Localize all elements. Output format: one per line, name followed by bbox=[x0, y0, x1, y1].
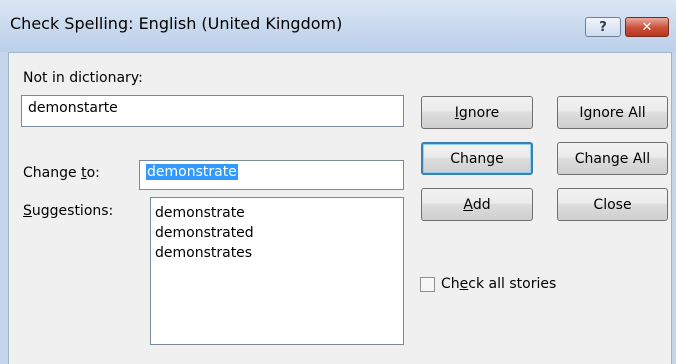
check-all-stories-label[interactable]: Check all stories bbox=[441, 276, 556, 292]
change-to-label: Change to: bbox=[23, 165, 100, 181]
change-button[interactable]: Change bbox=[421, 142, 533, 175]
ignore-all-button[interactable]: Ignore All bbox=[557, 96, 668, 129]
not-in-dictionary-field[interactable]: demonstarte bbox=[21, 95, 404, 127]
list-item[interactable]: demonstrates bbox=[155, 243, 399, 263]
window-frame-left bbox=[0, 52, 9, 364]
close-button[interactable]: Close bbox=[557, 188, 668, 221]
change-all-button[interactable]: Change All bbox=[557, 142, 668, 175]
list-item[interactable]: demonstrate bbox=[155, 203, 399, 223]
add-button[interactable]: Add bbox=[421, 188, 533, 221]
check-all-stories-checkbox[interactable] bbox=[420, 277, 435, 292]
ignore-button[interactable]: Ignore bbox=[421, 96, 533, 129]
change-to-value: demonstrate bbox=[146, 164, 238, 180]
not-in-dictionary-label: Not in dictionary: bbox=[23, 70, 143, 86]
suggestions-label: Suggestions: bbox=[23, 203, 114, 219]
change-to-field[interactable]: demonstrate bbox=[139, 160, 404, 190]
window-frame-right bbox=[671, 52, 676, 364]
window-title: Check Spelling: English (United Kingdom) bbox=[10, 14, 343, 33]
help-button[interactable]: ? bbox=[585, 17, 621, 37]
title-bar: Check Spelling: English (United Kingdom)… bbox=[0, 0, 676, 53]
list-item[interactable]: demonstrated bbox=[155, 223, 399, 243]
close-window-button[interactable]: ✕ bbox=[625, 17, 669, 37]
suggestions-list[interactable]: demonstrate demonstrated demonstrates bbox=[150, 197, 404, 345]
